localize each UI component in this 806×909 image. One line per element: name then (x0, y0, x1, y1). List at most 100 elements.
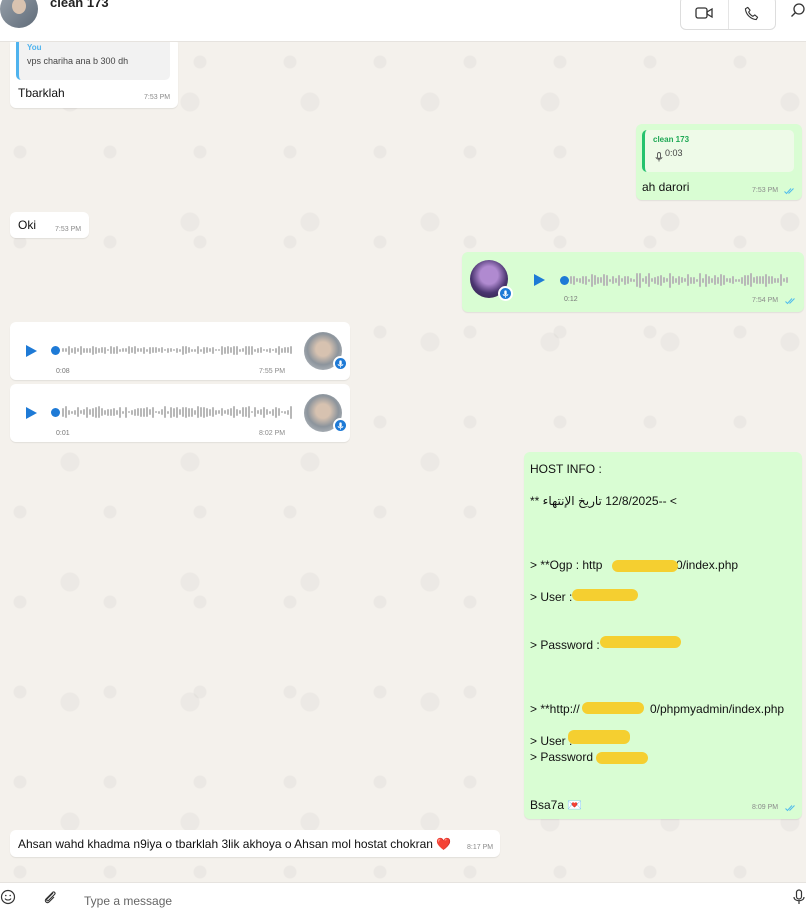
waveform-bar (101, 347, 103, 353)
waveform-bar (179, 348, 181, 352)
voice-call-button[interactable] (727, 0, 776, 29)
video-call-button[interactable] (681, 0, 728, 29)
waveform-bar (636, 273, 638, 287)
waveform-bar (780, 274, 782, 286)
waveform-bar (146, 348, 148, 352)
waveform-bar (588, 278, 590, 282)
playback-scrubber[interactable] (51, 346, 60, 355)
message-outgoing[interactable]: clean 173 0:03 ah darori 7:53 PM (636, 124, 802, 200)
chat-header: clean 173 (0, 0, 806, 42)
play-icon (534, 274, 545, 286)
waveform-bar (155, 347, 157, 353)
waveform-bar (104, 346, 106, 354)
redaction-mark (612, 560, 678, 572)
waveform-bar (678, 275, 680, 285)
waveform-bar (753, 277, 755, 283)
waveform-bar (206, 347, 208, 353)
waveform-bar (747, 275, 749, 285)
waveform-bar (287, 347, 289, 353)
waveform-bar (182, 345, 184, 355)
message-time: 7:55 PM (259, 368, 286, 375)
waveform-bar (260, 409, 262, 415)
waveform-bar (170, 348, 172, 352)
waveform-bar (708, 276, 710, 284)
waveform-bar (83, 409, 85, 415)
waveform-bar (119, 406, 121, 418)
waveform-bar (287, 409, 289, 415)
waveform-bar (200, 407, 202, 417)
waveform-bar (113, 408, 115, 416)
waveform-bar (89, 347, 91, 353)
waveform-bar (266, 348, 268, 352)
waveform-bar (227, 346, 229, 354)
waveform-bar (245, 345, 247, 355)
audio-waveform[interactable] (62, 342, 292, 358)
audio-waveform[interactable] (62, 404, 292, 420)
waveform-bar (176, 406, 178, 418)
voice-record-button[interactable] (792, 889, 806, 905)
waveform-bar (744, 274, 746, 286)
waveform-bar (155, 411, 157, 413)
waveform-bar (696, 278, 698, 282)
waveform-bar (729, 277, 731, 283)
play-button[interactable] (24, 406, 38, 420)
waveform-bar (663, 277, 665, 283)
waveform-bar (134, 346, 136, 354)
contact-avatar[interactable] (0, 0, 38, 28)
playback-scrubber[interactable] (560, 276, 569, 285)
message-incoming[interactable]: Ahsan wahd khadma n9iya o tbarklah 3lik … (10, 830, 500, 857)
waveform-bar (236, 345, 238, 355)
waveform-bar (146, 407, 148, 417)
waveform-bar (167, 410, 169, 414)
voice-message-incoming[interactable]: 0:01 8:02 PM (10, 384, 350, 442)
waveform-bar (774, 277, 776, 283)
waveform-bar (224, 410, 226, 414)
message-line: > User : (530, 590, 573, 604)
waveform-bar (152, 347, 154, 353)
waveform-bar (233, 345, 235, 355)
quoted-message[interactable]: You vps chariha ana b 300 dh (16, 42, 170, 80)
waveform-bar (227, 409, 229, 415)
message-list[interactable]: You vps chariha ana b 300 dh Tbarklah 7:… (0, 42, 806, 882)
waveform-bar (110, 408, 112, 416)
message-input[interactable] (84, 894, 684, 908)
waveform-bar (278, 345, 280, 355)
waveform-bar (594, 275, 596, 285)
waveform-bar (618, 274, 620, 286)
message-line: Bsa7a 💌 (530, 798, 583, 812)
waveform-bar (197, 346, 199, 354)
waveform-bar (576, 278, 578, 282)
search-button[interactable] (790, 2, 806, 22)
message-line: > **Ogp : http (530, 558, 603, 572)
waveform-bar (212, 346, 214, 354)
waveform-bar (651, 278, 653, 282)
voice-duration: 0:01 (56, 430, 70, 437)
waveform-bar (71, 410, 73, 414)
play-button[interactable] (24, 344, 38, 358)
emoji-button[interactable] (0, 889, 16, 905)
waveform-bar (197, 406, 199, 418)
waveform-bar (639, 272, 641, 288)
voice-message-incoming[interactable]: 0:08 7:55 PM (10, 322, 350, 380)
waveform-bar (615, 277, 617, 283)
waveform-bar (732, 276, 734, 284)
voice-message-outgoing[interactable]: 0:12 7:54 PM (462, 252, 804, 312)
play-button[interactable] (532, 273, 546, 287)
contact-name[interactable]: clean 173 (50, 0, 109, 10)
waveform-bar (714, 275, 716, 285)
redaction-mark (582, 702, 644, 714)
audio-waveform[interactable] (570, 272, 788, 288)
waveform-bar (585, 275, 587, 285)
message-incoming[interactable]: Oki 7:53 PM (10, 212, 89, 238)
waveform-bar (221, 408, 223, 416)
waveform-bar (128, 411, 130, 413)
waveform-bar (290, 405, 292, 419)
message-incoming[interactable]: You vps chariha ana b 300 dh Tbarklah 7:… (10, 42, 178, 108)
waveform-bar (104, 409, 106, 415)
attach-button[interactable] (42, 889, 58, 905)
waveform-bar (194, 409, 196, 415)
waveform-bar (221, 345, 223, 355)
quoted-message[interactable]: clean 173 0:03 (642, 130, 794, 172)
playback-scrubber[interactable] (51, 408, 60, 417)
waveform-bar (65, 406, 67, 418)
